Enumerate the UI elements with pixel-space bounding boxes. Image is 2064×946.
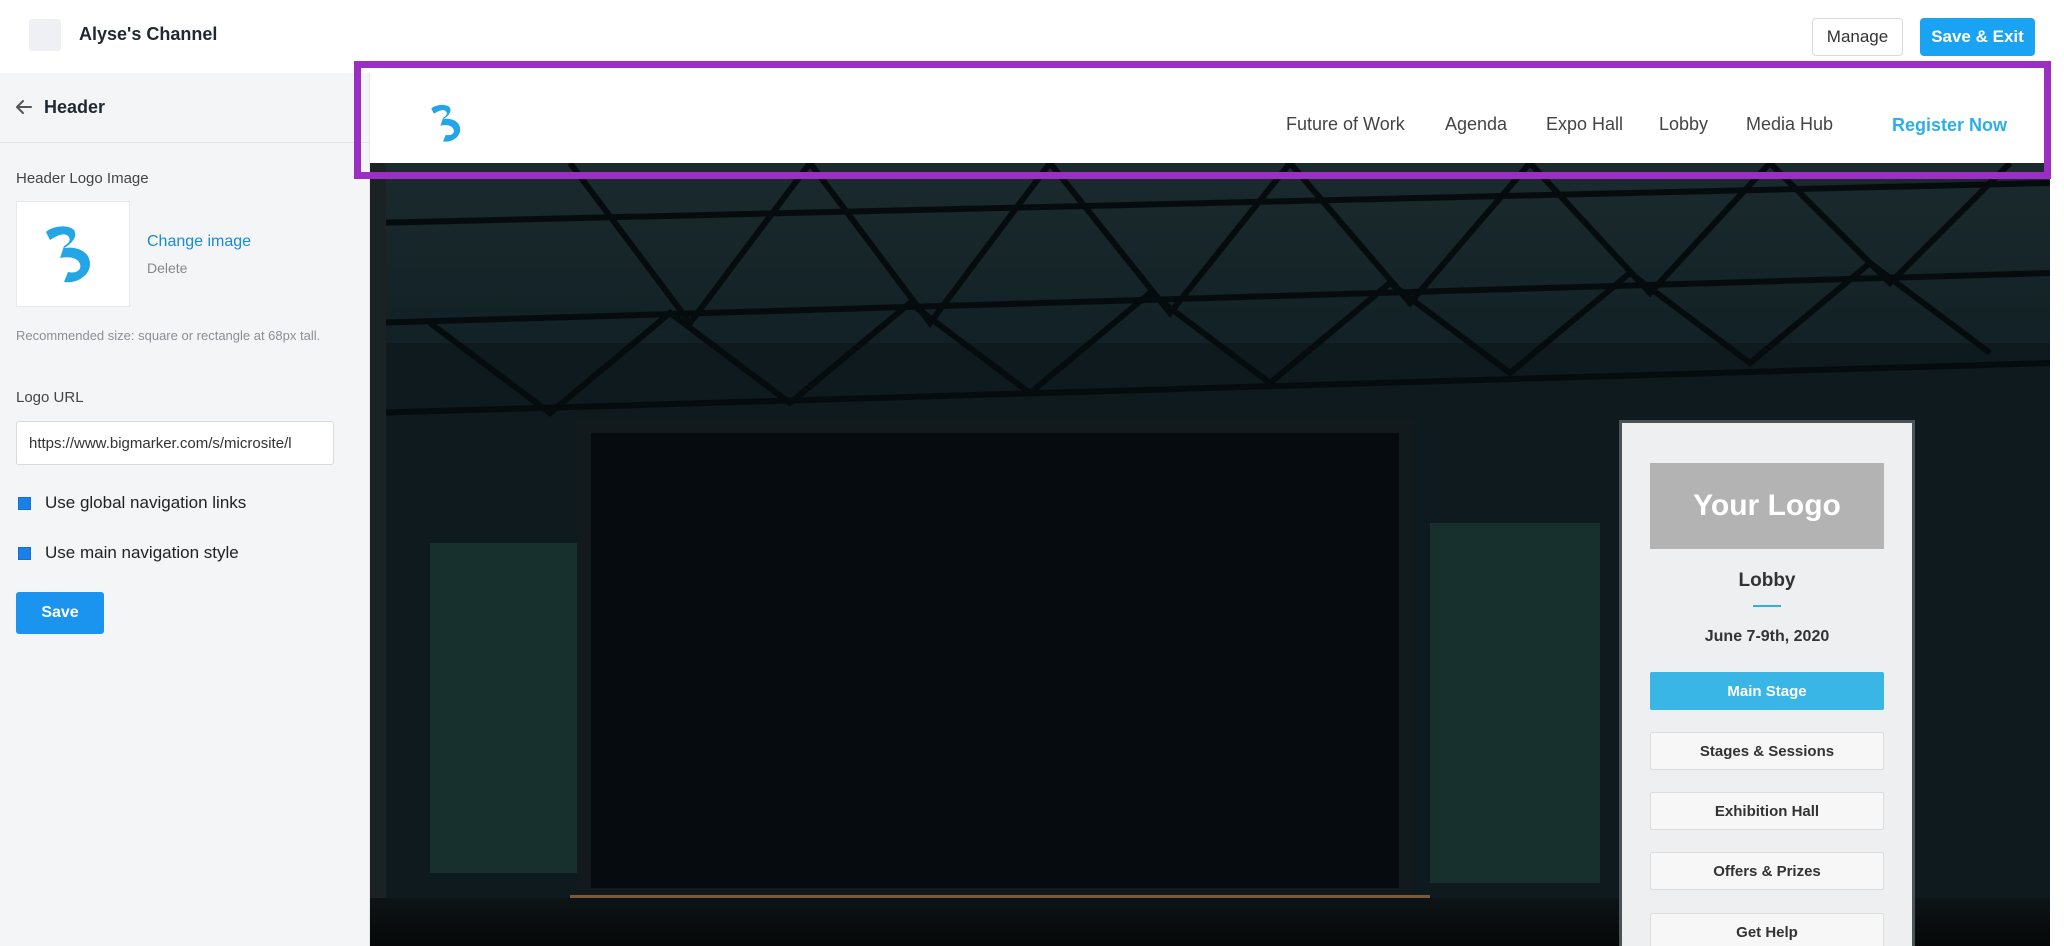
channel-name: Alyse's Channel bbox=[79, 24, 218, 44]
save-and-exit-button[interactable]: Save & Exit bbox=[1920, 18, 2035, 56]
hero-left-edge bbox=[370, 163, 386, 946]
nav-media-hub[interactable]: Media Hub bbox=[1746, 114, 1833, 135]
sidebar-header: Header bbox=[0, 73, 369, 143]
register-now-link[interactable]: Register Now bbox=[1892, 115, 2007, 136]
back-arrow-icon[interactable] bbox=[14, 97, 34, 117]
site-preview: Future of Work Agenda Expo Hall Lobby Me… bbox=[370, 73, 2064, 946]
logo-url-label: Logo URL bbox=[16, 389, 84, 406]
logo-image-label: Header Logo Image bbox=[16, 170, 149, 187]
stages-sessions-button[interactable]: Stages & Sessions bbox=[1650, 732, 1884, 770]
main-nav-checkbox[interactable] bbox=[18, 546, 31, 560]
delete-image-link[interactable]: Delete bbox=[147, 260, 187, 276]
site-header[interactable]: Future of Work Agenda Expo Hall Lobby Me… bbox=[370, 81, 2050, 163]
wall-left bbox=[430, 543, 580, 873]
main-stage-button[interactable]: Main Stage bbox=[1650, 672, 1884, 710]
save-button[interactable]: Save bbox=[16, 592, 104, 634]
card-divider bbox=[1753, 605, 1781, 607]
top-bar: Alyse's Channel Manage Save & Exit bbox=[0, 0, 2064, 73]
nav-agenda[interactable]: Agenda bbox=[1445, 114, 1507, 135]
nav-expo-hall[interactable]: Expo Hall bbox=[1546, 114, 1623, 135]
main-nav-label: Use main navigation style bbox=[45, 543, 239, 562]
get-help-button[interactable]: Get Help bbox=[1650, 913, 1884, 946]
nav-future-of-work[interactable]: Future of Work bbox=[1286, 114, 1405, 135]
card-title: Lobby bbox=[1738, 570, 1796, 591]
exhibition-hall-button[interactable]: Exhibition Hall bbox=[1650, 792, 1884, 830]
nav-lobby[interactable]: Lobby bbox=[1659, 114, 1708, 135]
card-logo-placeholder: Your Logo bbox=[1650, 463, 1884, 549]
settings-sidebar: Header Header Logo Image Change image De… bbox=[0, 73, 370, 946]
hero-background: Your Logo Lobby June 7-9th, 2020 Main St… bbox=[370, 163, 2050, 946]
main-nav-checkbox-row[interactable]: Use main navigation style bbox=[18, 543, 239, 563]
global-nav-checkbox[interactable] bbox=[18, 496, 31, 510]
manage-button[interactable]: Manage bbox=[1812, 18, 1903, 56]
lobby-card: Your Logo Lobby June 7-9th, 2020 Main St… bbox=[1619, 420, 1915, 946]
size-hint: Recommended size: square or rectangle at… bbox=[16, 328, 321, 343]
channel-avatar bbox=[29, 19, 61, 51]
logo-url-input[interactable] bbox=[16, 421, 334, 465]
wall-right bbox=[1430, 523, 1600, 883]
change-image-link[interactable]: Change image bbox=[147, 233, 251, 251]
global-nav-label: Use global navigation links bbox=[45, 493, 247, 512]
global-nav-checkbox-row[interactable]: Use global navigation links bbox=[18, 493, 246, 513]
logo-thumbnail bbox=[16, 201, 130, 307]
offers-prizes-button[interactable]: Offers & Prizes bbox=[1650, 852, 1884, 890]
stage-screen bbox=[591, 433, 1399, 888]
bigmarker-logo-icon bbox=[46, 226, 90, 283]
sidebar-title: Header bbox=[44, 97, 106, 117]
card-date: June 7-9th, 2020 bbox=[1704, 628, 1830, 645]
site-logo-icon[interactable] bbox=[426, 97, 472, 149]
